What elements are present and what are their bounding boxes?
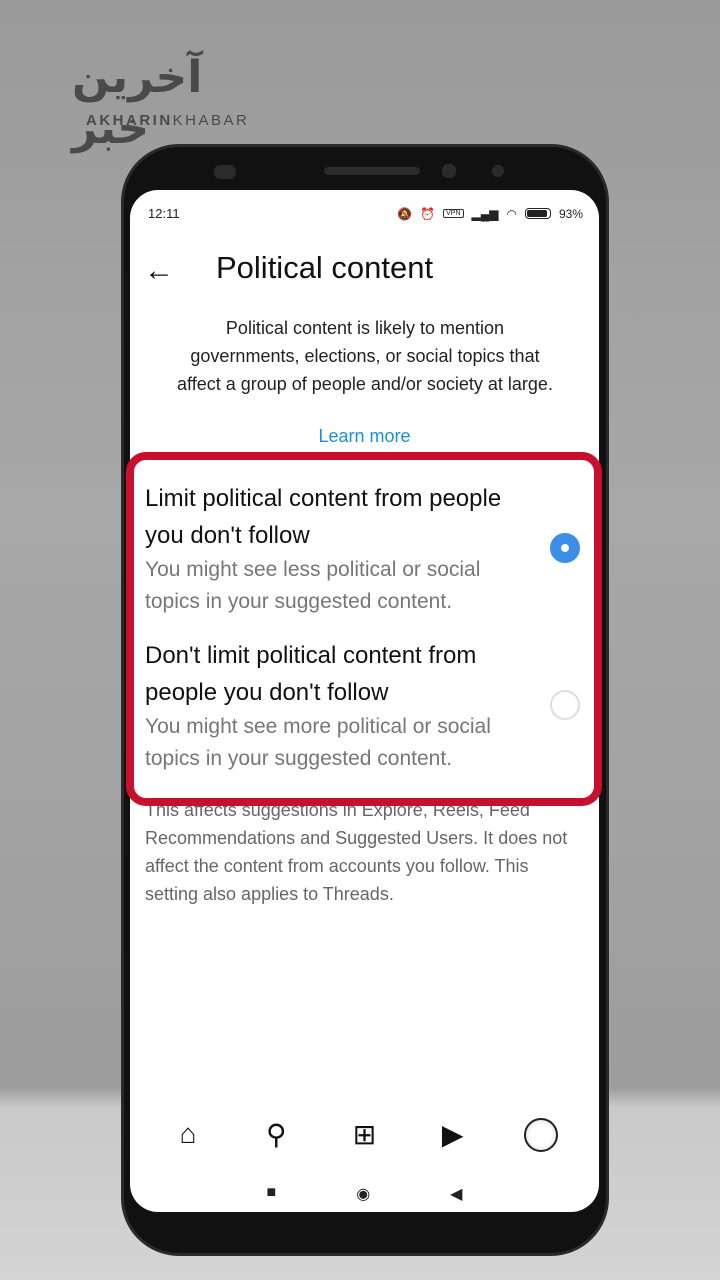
status-bar: 12:11 🔕 ⏰ VPN ▂▄▆ ◠ 93% bbox=[148, 206, 583, 221]
signal-icon: ▂▄▆ bbox=[471, 206, 499, 221]
search-icon[interactable]: ⚲ bbox=[254, 1118, 298, 1159]
watermark-logo: آخرین خبر AKHARINKHABAR bbox=[68, 52, 288, 154]
battery-percent: 93% bbox=[558, 206, 583, 221]
learn-more-link[interactable]: Learn more bbox=[130, 426, 599, 447]
vpn-icon: VPN bbox=[443, 209, 464, 218]
mute-icon: 🔕 bbox=[397, 206, 413, 221]
alarm-icon: ⏰ bbox=[420, 206, 436, 221]
wifi-icon: ◠ bbox=[506, 206, 517, 221]
highlight-box bbox=[126, 452, 602, 806]
bottom-nav: ⌂ ⚲ ⊞ ▶ bbox=[130, 1118, 599, 1159]
sensor-dot bbox=[492, 165, 504, 177]
create-icon[interactable]: ⊞ bbox=[342, 1118, 386, 1159]
arrow-left-icon[interactable]: ← bbox=[144, 254, 174, 288]
info-note: This affects suggestions in Explore, Ree… bbox=[145, 800, 568, 904]
home-button-icon[interactable]: ◉ bbox=[356, 1184, 370, 1204]
profile-avatar[interactable] bbox=[519, 1118, 563, 1159]
home-icon[interactable]: ⌂ bbox=[166, 1118, 210, 1159]
logo-text: AKHARINKHABAR bbox=[86, 112, 250, 129]
battery-icon bbox=[524, 208, 551, 219]
recents-icon[interactable]: ■ bbox=[267, 1184, 277, 1204]
system-nav: ■ ◉ ◀ bbox=[130, 1184, 599, 1204]
clock: 12:11 bbox=[148, 206, 180, 221]
speaker-grille bbox=[324, 167, 420, 175]
reels-icon[interactable]: ▶ bbox=[431, 1118, 475, 1159]
description: Political content is likely to mention g… bbox=[177, 318, 553, 394]
back-nav-icon[interactable]: ◀ bbox=[450, 1184, 462, 1204]
page-title: Political content bbox=[216, 250, 434, 285]
logo-mark: آخرین خبر bbox=[72, 52, 204, 154]
iris-sensor bbox=[214, 165, 236, 179]
front-camera bbox=[442, 164, 456, 178]
